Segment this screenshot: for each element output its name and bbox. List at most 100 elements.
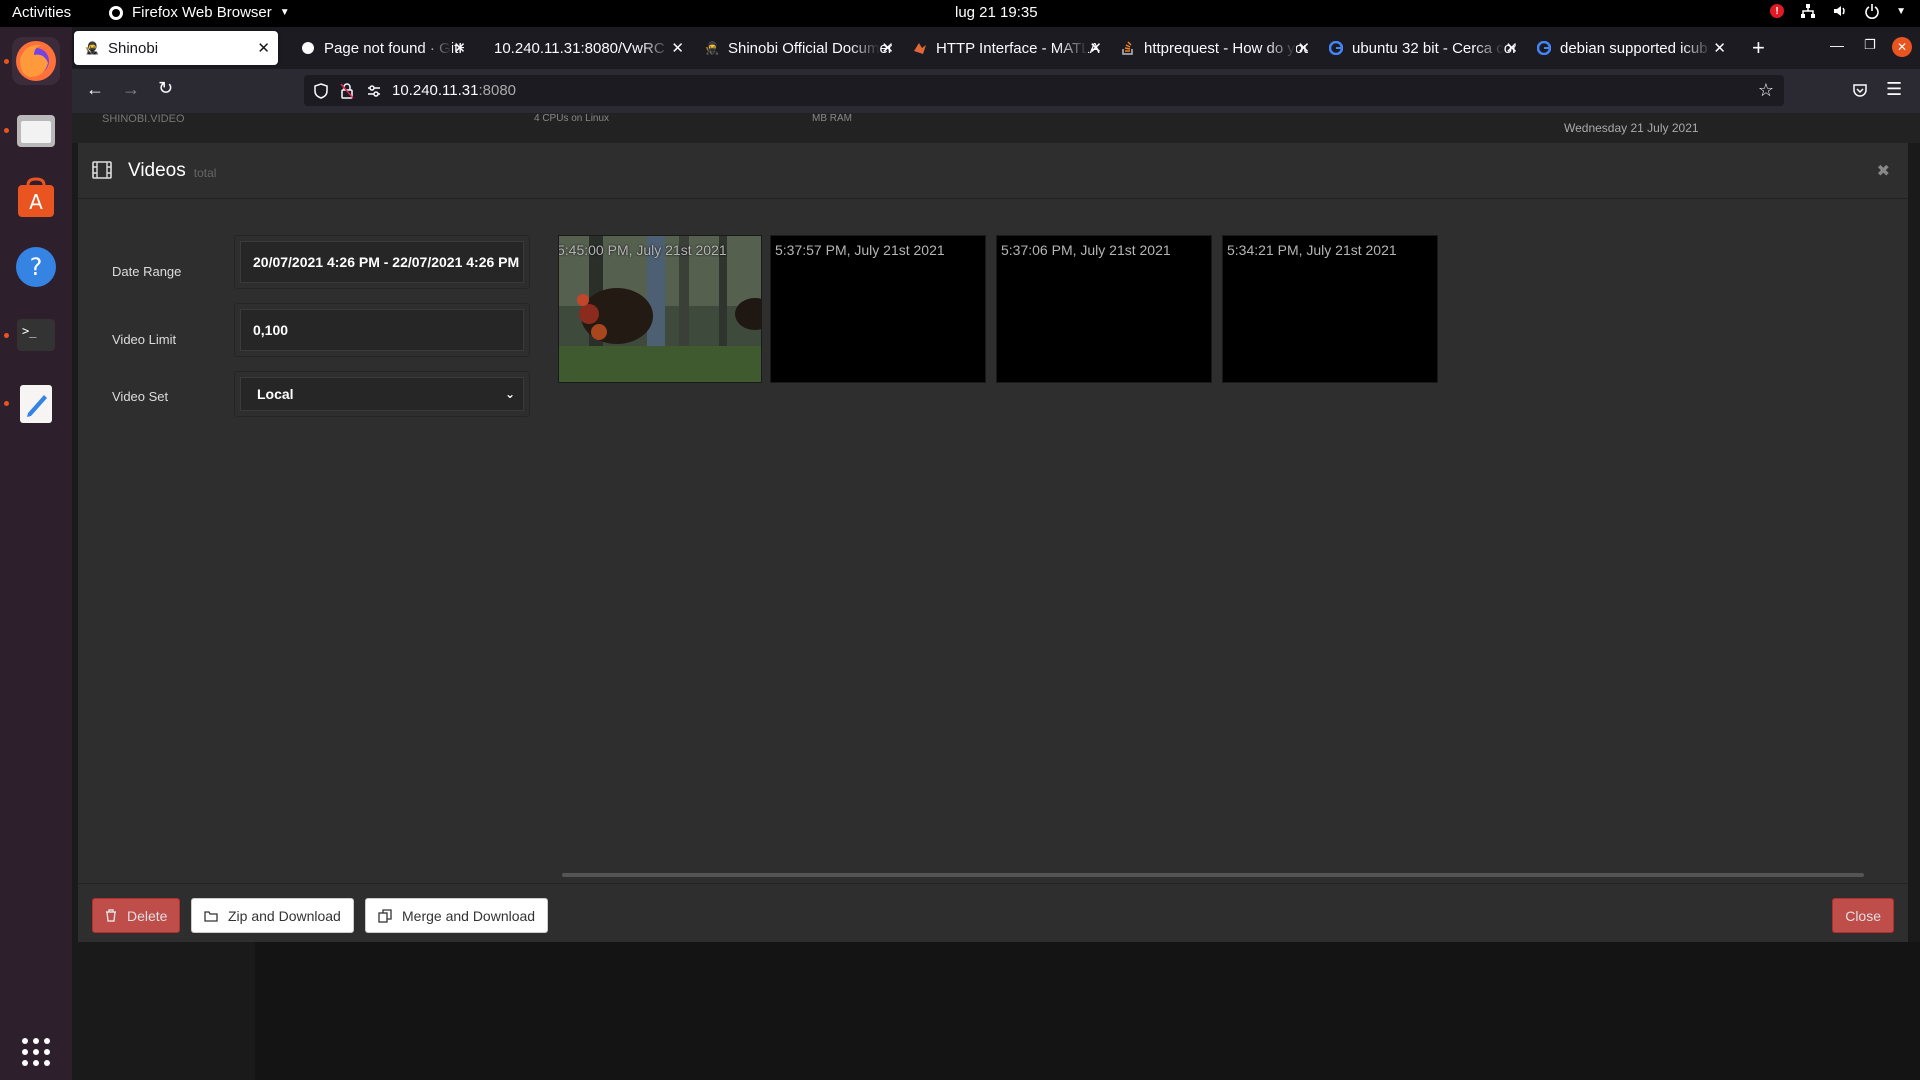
shield-icon[interactable] (314, 82, 328, 99)
svg-text:?: ? (30, 253, 43, 281)
close-icon[interactable]: ✖ (1877, 161, 1890, 181)
tab-matlab[interactable]: HTTP Interface - MATLAB ✕ (902, 31, 1110, 65)
video-timestamp: 5:34:21 PM, July 21st 2021 (1227, 242, 1397, 258)
video-thumbnail[interactable]: 5:34:21 PM, July 21st 2021 (1222, 235, 1438, 383)
window-close-icon[interactable]: ✕ (1892, 37, 1912, 57)
video-limit-label: Video Limit (112, 331, 177, 347)
running-indicator (4, 401, 9, 406)
video-limit-input[interactable]: 0,100 (240, 309, 524, 351)
modal-title: Videos (128, 159, 186, 181)
forward-icon[interactable]: → (122, 79, 140, 100)
show-apps-icon[interactable] (12, 1028, 60, 1076)
video-set-row: Video Set Local ⌄ (112, 371, 540, 417)
terminal-icon[interactable]: >_ (12, 311, 60, 359)
videos-modal: Videos total ✖ Date Range 20/07/2021 4:2… (78, 143, 1908, 942)
ubuntu-dock: A ? >_ (0, 27, 72, 1080)
merge-download-label: Merge and Download (402, 907, 536, 924)
running-indicator (4, 333, 9, 338)
permissions-icon[interactable] (366, 83, 382, 99)
firefox-icon[interactable] (12, 37, 60, 85)
firefox-small-icon (109, 5, 123, 20)
close-icon[interactable]: ✕ (257, 39, 270, 57)
svg-text:A: A (29, 190, 43, 214)
shinobi-favicon: 🥷 (704, 41, 720, 55)
close-icon[interactable]: ✕ (1505, 39, 1518, 57)
app-menu-label: Firefox Web Browser (132, 4, 272, 21)
new-tab-button[interactable]: + (1752, 35, 1765, 61)
chevron-down-icon: ▼ (1896, 5, 1906, 17)
page-background-panel (255, 942, 1920, 1080)
video-set-select[interactable]: Local ⌄ (240, 377, 524, 411)
network-icon (1801, 4, 1816, 18)
alert-icon[interactable]: ! (1770, 4, 1785, 18)
tab-google-debian[interactable]: debian supported icub ✕ (1526, 31, 1734, 65)
close-icon[interactable]: ✕ (453, 39, 466, 57)
insecure-lock-icon[interactable] (340, 82, 354, 99)
video-set-box: Local ⌄ (234, 371, 530, 417)
power-icon (1865, 4, 1879, 19)
hamburger-menu-icon[interactable]: ☰ (1886, 79, 1902, 100)
merge-download-button[interactable]: Merge and Download (365, 898, 549, 933)
zip-download-label: Zip and Download (228, 907, 341, 924)
volume-icon (1834, 6, 1845, 16)
close-icon[interactable]: ✕ (881, 39, 894, 57)
header-date: Wednesday 21 July 2021 (1564, 121, 1699, 135)
software-icon[interactable]: A (12, 175, 60, 223)
modal-header: Videos total ✖ (78, 143, 1908, 199)
tab-stackoverflow[interactable]: httprequest - How do you ✕ (1110, 31, 1318, 65)
close-label: Close (1845, 907, 1881, 924)
running-indicator (4, 59, 9, 64)
tab-vwrc[interactable]: 10.240.11.31:8080/VwRC ✕ (484, 31, 692, 65)
github-icon (300, 40, 316, 56)
video-set-label: Video Set (112, 388, 169, 404)
gnome-top-bar: Activities Firefox Web Browser ▼ lug 21 … (0, 0, 1920, 27)
close-icon[interactable]: ✕ (1297, 39, 1310, 57)
video-thumbnail[interactable]: 5:45:00 PM, July 21st 2021 (558, 235, 762, 383)
tab-github[interactable]: Page not found · GitHub ✕ (290, 31, 474, 65)
help-icon[interactable]: ? (12, 243, 60, 291)
files-icon[interactable] (12, 107, 60, 155)
chevron-down-icon: ▼ (279, 7, 290, 18)
app-menu[interactable]: Firefox Web Browser ▼ (108, 4, 290, 21)
minimize-icon[interactable]: — (1830, 37, 1844, 53)
system-tray[interactable]: ! ▼ (1770, 3, 1906, 19)
delete-label: Delete (127, 907, 168, 924)
ram-info: MB RAM (812, 113, 852, 124)
tab-shinobi-docs[interactable]: 🥷 Shinobi Official Documentation ✕ (694, 31, 902, 65)
modal-subtitle: total (193, 165, 217, 180)
reload-icon[interactable]: ↻ (158, 78, 173, 99)
close-icon[interactable]: ✕ (671, 39, 684, 57)
google-icon (1328, 40, 1344, 56)
date-range-input[interactable]: 20/07/2021 4:26 PM - 22/07/2021 4:26 PM (240, 241, 524, 283)
date-range-label: Date Range (112, 263, 182, 279)
restore-icon[interactable]: ❐ (1864, 37, 1876, 53)
close-icon[interactable]: ✕ (1713, 39, 1726, 57)
stackoverflow-icon (1120, 40, 1136, 56)
horizontal-scrollbar[interactable] (562, 873, 1864, 877)
running-indicator (4, 128, 9, 133)
bookmark-star-icon[interactable]: ☆ (1758, 80, 1774, 101)
text-editor-icon[interactable] (12, 379, 60, 427)
activities-button[interactable]: Activities (12, 4, 71, 21)
page-content: SHINOBI.VIDEO 4 CPUs on Linux MB RAM Wed… (72, 113, 1920, 1080)
back-icon[interactable]: ← (86, 79, 104, 100)
url-bar[interactable]: 10.240.11.31:8080 ☆ (304, 75, 1784, 106)
shinobi-header: SHINOBI.VIDEO 4 CPUs on Linux MB RAM Wed… (72, 113, 1920, 143)
video-thumbnail[interactable]: 5:37:06 PM, July 21st 2021 (996, 235, 1212, 383)
zip-download-button[interactable]: Zip and Download (191, 898, 354, 933)
url-host: 10.240.11.31 (392, 82, 479, 99)
video-timestamp: 5:37:06 PM, July 21st 2021 (1001, 242, 1171, 258)
tab-shinobi[interactable]: 🥷 Shinobi ✕ (74, 31, 278, 65)
close-icon[interactable]: ✕ (1089, 39, 1102, 57)
clock[interactable]: lug 21 19:35 (955, 4, 1038, 21)
video-set-value: Local (257, 386, 294, 402)
close-button[interactable]: Close (1832, 898, 1894, 933)
modal-footer: Delete Zip and Download Merge and Downlo… (78, 883, 1908, 942)
date-range-box: 20/07/2021 4:26 PM - 22/07/2021 4:26 PM (234, 235, 530, 289)
delete-button[interactable]: Delete (92, 898, 181, 933)
tab-google-ubuntu[interactable]: ubuntu 32 bit - Cerca con ✕ (1318, 31, 1526, 65)
video-thumbnail[interactable]: 5:37:57 PM, July 21st 2021 (770, 235, 986, 383)
folder-icon (204, 910, 218, 922)
film-icon (92, 161, 112, 179)
pocket-icon[interactable] (1852, 82, 1868, 98)
